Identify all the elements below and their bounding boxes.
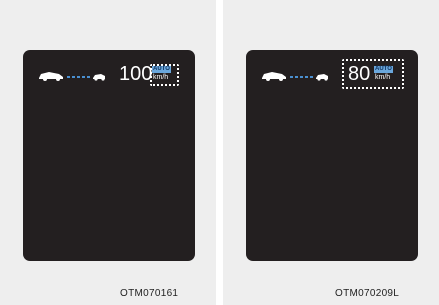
figure-code: OTM070209L bbox=[335, 288, 400, 299]
auto-highlight-box bbox=[150, 64, 179, 86]
cruise-status-row: 100 AUTO km/h bbox=[23, 62, 195, 86]
cluster-display: 100 AUTO km/h bbox=[23, 50, 195, 261]
set-speed-value: 100 bbox=[119, 63, 153, 85]
cruise-status-row: 80 AUTO km/h bbox=[246, 59, 418, 89]
cluster-display: 80 AUTO km/h bbox=[246, 50, 418, 261]
cluster-panel-left: 100 AUTO km/h OTM070161 bbox=[0, 0, 216, 305]
lead-car-distance-icon bbox=[39, 72, 105, 81]
cluster-panel-right: 80 AUTO km/h OTM070209L bbox=[223, 0, 439, 305]
speed-highlight-box bbox=[342, 59, 404, 89]
lead-car-distance-icon bbox=[262, 72, 328, 81]
figure-code: OTM070161 bbox=[120, 288, 179, 299]
